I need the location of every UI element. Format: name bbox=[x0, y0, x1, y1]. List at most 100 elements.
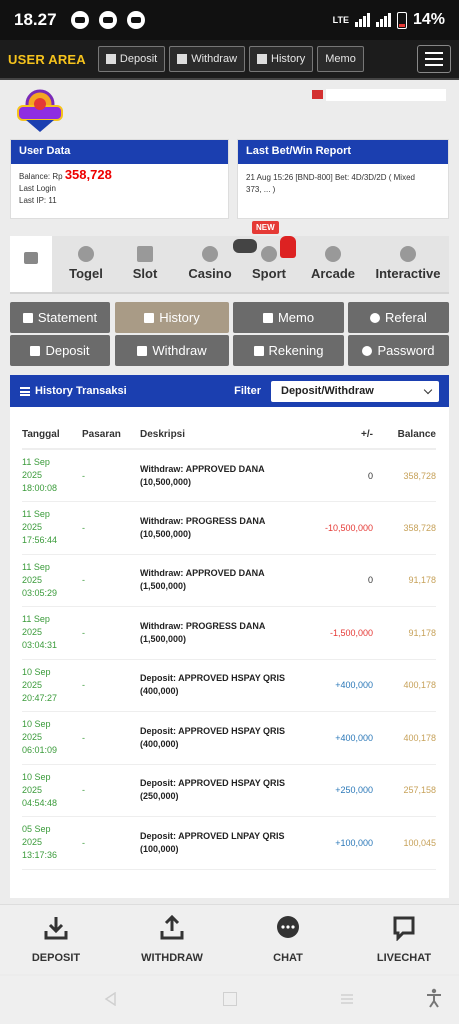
gamepad-icon bbox=[233, 239, 257, 253]
home-icon[interactable] bbox=[223, 992, 237, 1006]
date-cell: 11 Sep 2025 17:56:44 bbox=[22, 501, 82, 555]
last-bet-line: 373, ... ) bbox=[246, 185, 276, 194]
deposit-icon bbox=[105, 54, 116, 64]
tab-interactive[interactable]: Interactive bbox=[370, 236, 446, 292]
mascot-icon bbox=[280, 236, 296, 258]
amount-cell: +250,000 bbox=[315, 764, 373, 817]
rekening-button[interactable]: Rekening bbox=[233, 335, 344, 366]
password-button[interactable]: Password bbox=[348, 335, 449, 366]
tab-slot[interactable]: Slot bbox=[122, 236, 168, 292]
upload-icon bbox=[160, 914, 184, 940]
description-cell: Withdraw: APPROVED DANA (10,500,000) bbox=[140, 449, 315, 502]
description-cell: Withdraw: PROGRESS DANA (10,500,000) bbox=[140, 501, 315, 555]
tab-arcade[interactable]: Arcade bbox=[308, 236, 358, 292]
tab-togel[interactable]: Togel bbox=[62, 236, 110, 292]
table-row: 10 Sep 2025 06:01:09- Deposit: APPROVED HSP… bbox=[22, 711, 436, 765]
column-header: Deskripsi bbox=[140, 421, 315, 450]
top-nav: USER AREA Deposit Withdraw History Memo bbox=[0, 40, 459, 80]
bottom-livechat-button[interactable]: LIVECHAT bbox=[374, 915, 434, 964]
deposit-button[interactable]: Deposit bbox=[10, 335, 110, 366]
withdraw-icon bbox=[177, 54, 188, 64]
amount-cell: +400,000 bbox=[315, 711, 373, 765]
nav-withdraw-label: Withdraw bbox=[191, 53, 238, 65]
user-data-card: User Data Balance: Rp 358,728 Last Login… bbox=[10, 139, 229, 219]
user-icon bbox=[362, 345, 373, 356]
table-row: 11 Sep 2025 17:56:44- Withdraw: PROGRESS DA… bbox=[22, 501, 436, 555]
amount-cell: 0 bbox=[315, 554, 373, 607]
recents-icon[interactable] bbox=[340, 992, 354, 1006]
statement-icon bbox=[22, 312, 33, 323]
memo-label: Memo bbox=[277, 310, 315, 325]
pasaran-cell: - bbox=[82, 711, 140, 765]
history-label: History bbox=[159, 310, 200, 325]
description-cell: Deposit: APPROVED HSPAY QRIS (250,000) bbox=[140, 764, 315, 817]
edit-icon bbox=[262, 312, 273, 323]
back-icon[interactable] bbox=[104, 992, 118, 1006]
list-icon bbox=[20, 386, 30, 396]
history-button[interactable]: History bbox=[115, 302, 229, 333]
site-logo[interactable] bbox=[12, 86, 68, 134]
bank-card-icon bbox=[253, 345, 264, 356]
bottom-withdraw-button[interactable]: WITHDRAW bbox=[138, 914, 206, 964]
livechat-icon bbox=[393, 916, 415, 942]
calendar-icon bbox=[144, 312, 155, 323]
balance-row: Balance: Rp 358,728 bbox=[19, 167, 220, 183]
tab-home[interactable] bbox=[10, 236, 52, 292]
description-cell: Deposit: APPROVED HSPAY QRIS (400,000) bbox=[140, 711, 315, 765]
memo-button[interactable]: Memo bbox=[233, 302, 344, 333]
filter-value: Deposit/Withdraw bbox=[281, 385, 374, 397]
pasaran-cell: - bbox=[82, 764, 140, 817]
nav-history-button[interactable]: History bbox=[249, 46, 314, 72]
column-header: Tanggal bbox=[22, 421, 82, 450]
balance-label: Balance: Rp bbox=[19, 172, 63, 181]
bottom-livechat-label: LIVECHAT bbox=[376, 952, 432, 964]
amount-cell: +100,000 bbox=[315, 816, 373, 870]
sport-icon bbox=[261, 246, 277, 262]
accessibility-icon[interactable] bbox=[426, 988, 442, 1008]
referal-button[interactable]: Referal bbox=[348, 302, 449, 333]
date-cell: 10 Sep 2025 04:54:48 bbox=[22, 764, 82, 817]
bottom-chat-button[interactable]: CHAT bbox=[268, 915, 308, 964]
table-row: 11 Sep 2025 18:00:08- Withdraw: APPROVED DA… bbox=[22, 449, 436, 502]
mail-icon[interactable] bbox=[312, 90, 323, 99]
table-row: 10 Sep 2025 20:47:27- Deposit: APPROVED HSP… bbox=[22, 659, 436, 712]
referal-label: Referal bbox=[385, 310, 427, 325]
date-cell: 11 Sep 2025 03:05:29 bbox=[22, 554, 82, 607]
tab-togel-label: Togel bbox=[69, 266, 103, 281]
pasaran-cell: - bbox=[82, 606, 140, 660]
balance-cell: 358,728 bbox=[373, 449, 436, 502]
menu-icon[interactable] bbox=[417, 45, 451, 73]
rekening-label: Rekening bbox=[268, 343, 324, 358]
nav-withdraw-button[interactable]: Withdraw bbox=[169, 46, 246, 72]
tab-interactive-label: Interactive bbox=[375, 266, 441, 281]
table-row: 11 Sep 2025 03:05:29- Withdraw: APPROVED DA… bbox=[22, 554, 436, 607]
last-bet-title: Last Bet/Win Report bbox=[238, 140, 448, 164]
pasaran-cell: - bbox=[82, 449, 140, 502]
tab-sport-label: Sport bbox=[252, 266, 286, 281]
amount-cell: +400,000 bbox=[315, 659, 373, 712]
pasaran-cell: - bbox=[82, 659, 140, 712]
amount-cell: 0 bbox=[315, 449, 373, 502]
description-cell: Withdraw: PROGRESS DANA (1,500,000) bbox=[140, 606, 315, 660]
nav-history-label: History bbox=[271, 53, 306, 65]
battery-level: 14% bbox=[412, 11, 445, 28]
nav-memo-button[interactable]: Memo bbox=[317, 46, 364, 72]
withdraw-button[interactable]: Withdraw bbox=[115, 335, 229, 366]
bottom-deposit-button[interactable]: DEPOSIT bbox=[28, 915, 84, 964]
tab-casino[interactable]: Casino bbox=[184, 236, 236, 292]
withdraw-icon bbox=[137, 345, 148, 356]
nav-deposit-button[interactable]: Deposit bbox=[97, 46, 166, 72]
pasaran-cell: - bbox=[82, 816, 140, 870]
statement-button[interactable]: Statement bbox=[10, 302, 110, 333]
last-bet-line: 21 Aug 15:26 [BND-800] Bet: 4D/3D/2D ( M… bbox=[246, 173, 415, 182]
filter-select[interactable]: Deposit/Withdraw bbox=[271, 380, 439, 402]
description-cell: Deposit: APPROVED HSPAY QRIS (400,000) bbox=[140, 659, 315, 712]
password-label: Password bbox=[377, 343, 435, 358]
user-icon bbox=[370, 312, 381, 323]
statement-label: Statement bbox=[37, 310, 98, 325]
balance-value: 358,728 bbox=[64, 167, 112, 182]
last-bet-card: Last Bet/Win Report 21 Aug 15:26 [BND-80… bbox=[237, 139, 449, 219]
last-login: Last Login bbox=[19, 184, 56, 193]
deposit-label: Deposit bbox=[45, 343, 90, 358]
balance-cell: 257,158 bbox=[373, 764, 436, 817]
